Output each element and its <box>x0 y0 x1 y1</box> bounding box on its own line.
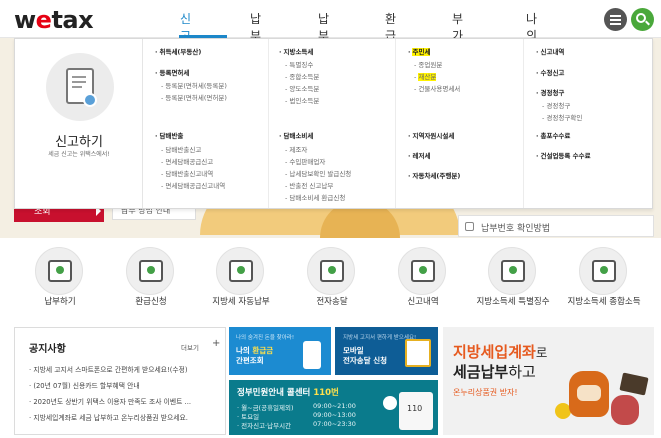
menu-column-1: 취득세(부동산) 등록면허세 등록분(면허세(등록분) 등록분(면허세(면허분)… <box>143 39 269 208</box>
menu-building-usage-statement[interactable]: 건물사용명세서 <box>414 85 460 93</box>
service-payment[interactable]: 납부하기 <box>30 247 90 322</box>
search-icon[interactable] <box>631 8 654 31</box>
menu-acquisition-tax[interactable]: 취득세(부동산) <box>155 48 201 56</box>
hamburger-menu-icon[interactable] <box>604 8 627 31</box>
menu-employee-portion[interactable]: 종업원분 <box>414 61 442 69</box>
menu-correction-claim[interactable]: 경정청구 <box>536 89 564 97</box>
refund-icon <box>126 247 174 295</box>
menu-gun-fee[interactable]: 총포수수료 <box>536 132 570 140</box>
income-tax-general-icon <box>579 247 627 295</box>
income-tax-special-icon <box>488 247 536 295</box>
menu-correction-claim-check[interactable]: 경정청구확인 <box>542 114 582 122</box>
menu-construction-registration-fee[interactable]: 건설업등록 수수료 <box>536 152 590 160</box>
report-document-icon <box>46 53 114 121</box>
menu-column-3: 주민세 종업원분 재산분 건물사용명세서 지역자원시설세 레저세 자동차세(주행… <box>396 39 524 208</box>
menu-resident-tax[interactable]: 주민세 <box>408 48 431 56</box>
menu-tobacco-release[interactable]: 담배반출 <box>155 132 183 140</box>
menu-tobacco-release-history[interactable]: 담배반출신고내역 <box>161 170 213 178</box>
wetax-card-icon <box>619 372 649 396</box>
menu-pre-release-payment[interactable]: 반출전 신고납부 <box>285 182 333 190</box>
menu-registration-license-tax[interactable]: 등록면허세 <box>155 69 189 77</box>
menu-general-income[interactable]: 종합소득분 <box>285 73 319 81</box>
notice-item[interactable]: (20년 07월) 신용카드 할부혜택 안내 <box>29 380 139 390</box>
notice-title: 공지사항 <box>29 344 66 355</box>
menu-tax-collateral-request[interactable]: 납세담보확인 발급신청 <box>285 170 351 178</box>
mascot-illustration-2 <box>611 395 639 425</box>
menu-column-2: 지방소득세 특별징수 종합소득분 양도소득분 법인소득분 담배소비세 제조자 수… <box>269 39 396 208</box>
service-income-tax-general[interactable]: 지방소득세 종합소득 <box>567 247 641 322</box>
menu-amended-report[interactable]: 수정신고 <box>536 69 564 77</box>
menu-tobacco-release-report[interactable]: 담배반출신고 <box>161 146 201 154</box>
phone-icon <box>383 396 397 410</box>
report-history-icon <box>398 247 446 295</box>
menu-special-collection[interactable]: 특별징수 <box>285 61 313 69</box>
menu-registration-b[interactable]: 등록분(면허세(면허분) <box>161 94 226 102</box>
menu-tax-free-tobacco-history[interactable]: 면세담배공급신고내역 <box>161 182 225 190</box>
menu-tax-free-tobacco-report[interactable]: 면세담배공급신고 <box>161 158 213 166</box>
service-report-history[interactable]: 신고내역 <box>393 247 453 322</box>
call-center-banner[interactable]: 정부민원안내 콜센터 110번 월~금(공휴일제외) 09:00~21:00 토… <box>229 380 438 435</box>
mega-menu-intro: 신고하기 세금 신고는 위택스에서! <box>15 39 143 208</box>
payment-number-help-link[interactable]: 납부번호 확인방법 <box>458 215 654 237</box>
notice-item[interactable]: 지방세 고지서 스마트폰으로 간편하게 받으세요!(수정) <box>29 364 187 374</box>
notice-item[interactable]: 2020년도 상반기 위택스 이용자 만족도 조사 이벤트 ... <box>29 396 191 406</box>
mail-phone-icon <box>405 339 431 367</box>
notice-board: 공지사항 더보기 + 지방세 고지서 스마트폰으로 간편하게 받으세요!(수정)… <box>14 327 226 435</box>
notice-item[interactable]: 지방세입계좌로 세금 납부하고 온누리상품권 받으세요. <box>29 412 188 422</box>
plus-icon[interactable]: + <box>212 338 220 349</box>
wetax-logo[interactable]: wetax <box>14 6 94 34</box>
menu-vehicle-fuel-tax[interactable]: 자동차세(주행분) <box>408 172 460 180</box>
menu-manufacturer[interactable]: 제조자 <box>285 146 307 154</box>
menu-tobacco-tax-refund[interactable]: 담배소비세 환급신청 <box>285 194 345 202</box>
menu-registration-a[interactable]: 등록분(면허세(등록분) <box>161 82 226 90</box>
service-auto-pay[interactable]: 지방세 자동납부 <box>211 247 271 322</box>
auto-pay-icon <box>216 247 264 295</box>
menu-correction-claim-sub[interactable]: 경정청구 <box>542 102 570 110</box>
menu-local-income-tax[interactable]: 지방소득세 <box>279 48 313 56</box>
service-income-tax-special[interactable]: 지방소득세 특별징수 <box>476 247 550 322</box>
mega-menu-subtitle: 세금 신고는 위택스에서! <box>48 151 110 158</box>
tax-account-promo-banner[interactable]: 지방세입계좌로 세금납부하고 온누리상품권 받자! <box>443 327 654 435</box>
refund-lookup-banner[interactable]: 나의 숨겨진 돈을 찾아라! 나의 환급금 간편조회 <box>229 327 331 375</box>
menu-column-4: 신고내역 수정신고 경정청구 경정청구 경정청구확인 총포수수료 건설업등록 수… <box>524 39 652 208</box>
top-header: wetax 신고하기 납부하기 납부결과 환급신청 부가서비스 나의 위택스 <box>0 0 661 94</box>
menu-report-history[interactable]: 신고내역 <box>536 48 564 56</box>
mascot-illustration <box>569 371 609 417</box>
mega-menu-title: 신고하기 <box>55 135 103 150</box>
mobile-e-delivery-banner[interactable]: 지방세 고지서 편하게 받으세요! 모바일 전자송달 신청 <box>335 327 438 375</box>
menu-corporate-income[interactable]: 법인소득분 <box>285 97 319 105</box>
notice-more-link[interactable]: 더보기 <box>181 342 199 352</box>
payment-icon <box>35 247 83 295</box>
menu-tobacco-consumption-tax[interactable]: 담배소비세 <box>279 132 313 140</box>
menu-property-portion[interactable]: 재산분 <box>414 73 437 81</box>
menu-regional-resource-tax[interactable]: 지역자원시설세 <box>408 132 454 140</box>
document-icon <box>465 222 474 231</box>
smartphone-icon <box>303 341 321 369</box>
report-mega-menu: 신고하기 세금 신고는 위택스에서! 취득세(부동산) 등록면허세 등록분(면허… <box>14 38 653 209</box>
phone-display-icon: 110 <box>399 392 433 430</box>
menu-import-seller[interactable]: 수입판매업자 <box>285 158 325 166</box>
menu-leisure-tax[interactable]: 레저세 <box>408 152 430 160</box>
menu-transfer-income[interactable]: 양도소득분 <box>285 85 319 93</box>
service-refund[interactable]: 환급신청 <box>121 247 181 322</box>
service-e-delivery[interactable]: 전자송달 <box>302 247 362 322</box>
e-delivery-icon <box>307 247 355 295</box>
